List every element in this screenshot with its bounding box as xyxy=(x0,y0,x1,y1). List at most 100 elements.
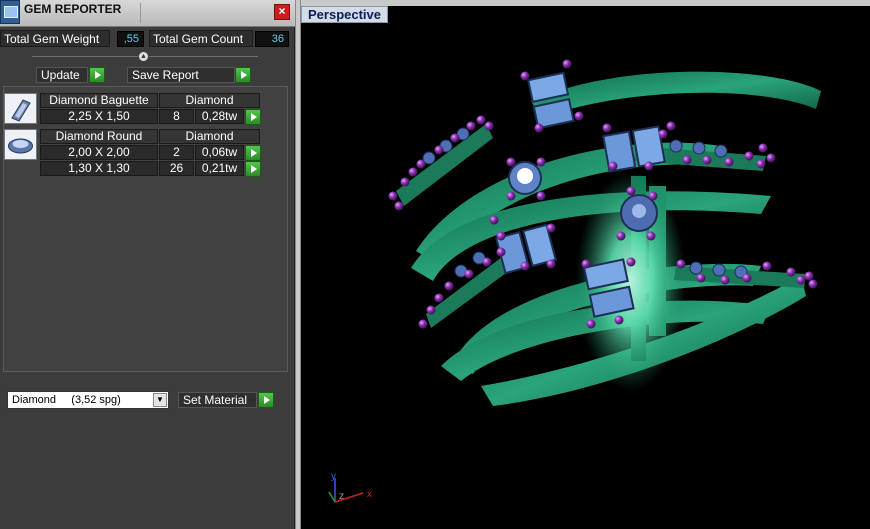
dropdown-arrow-icon[interactable]: ▼ xyxy=(153,393,167,407)
gem-count-cell: 2 xyxy=(159,145,194,160)
gem-shape-header: Diamond Round xyxy=(40,129,158,144)
baguette-gem-icon xyxy=(4,93,37,124)
total-gem-weight-value: ,55 xyxy=(117,31,144,47)
close-button[interactable]: × xyxy=(274,4,290,20)
axis-x-label: x xyxy=(367,489,372,500)
prong-bead xyxy=(586,319,596,329)
prong-bead xyxy=(658,129,668,139)
prong-bead xyxy=(766,153,776,163)
prong-bead xyxy=(464,269,474,279)
update-button[interactable]: Update xyxy=(36,67,88,83)
prong-bead xyxy=(581,259,591,269)
gem-size-cell: 2,00 X 2,00 xyxy=(40,145,158,160)
prong-bead xyxy=(496,247,506,257)
round-gem-icon xyxy=(4,129,37,160)
prong-bead xyxy=(786,267,796,277)
prong-bead xyxy=(616,231,626,241)
collapse-toggle-icon[interactable]: ▲ xyxy=(138,51,149,62)
set-material-play-icon[interactable] xyxy=(258,392,274,408)
prong-bead xyxy=(506,157,516,167)
prong-bead xyxy=(520,71,530,81)
set-material-button[interactable]: Set Material xyxy=(178,392,257,408)
gem-material-header: Diamond xyxy=(159,129,260,144)
prong-bead xyxy=(804,271,814,281)
prong-bead xyxy=(666,121,676,131)
ring-bands xyxy=(411,71,821,406)
gem-size-cell: 1,30 X 1,30 xyxy=(40,161,158,176)
prong-bead xyxy=(388,191,398,201)
select-gem-row-icon[interactable] xyxy=(245,145,261,161)
save-report-play-icon[interactable] xyxy=(235,67,251,83)
prong-bead xyxy=(724,157,734,167)
prong-bead xyxy=(720,275,730,285)
viewport-label[interactable]: Perspective xyxy=(301,6,388,23)
prong-bead xyxy=(408,167,418,177)
prong-bead xyxy=(602,123,612,133)
round-stone xyxy=(620,194,658,232)
prong-bead xyxy=(608,161,618,171)
save-report-button[interactable]: Save Report xyxy=(127,67,235,83)
gem-reporter-panel: GEM REPORTER × Total Gem Weight ,55 Tota… xyxy=(0,0,295,529)
prong-bead xyxy=(546,223,556,233)
prong-bead xyxy=(648,191,658,201)
prong-bead xyxy=(496,231,506,241)
prong-bead xyxy=(489,215,499,225)
app-icon xyxy=(0,0,20,24)
prong-bead xyxy=(394,201,404,211)
prong-bead xyxy=(444,281,454,291)
gem-size-cell: 2,25 X 1,50 xyxy=(40,109,158,124)
gem-shape-header: Diamond Baguette xyxy=(40,93,158,108)
prong-bead xyxy=(756,159,766,169)
total-gem-count-value: 36 xyxy=(255,31,289,47)
prong-bead xyxy=(484,121,494,131)
gem-material-header: Diamond xyxy=(159,93,260,108)
prong-bead xyxy=(744,151,754,161)
prong-bead xyxy=(696,273,706,283)
prong-bead xyxy=(506,191,516,201)
prong-bead xyxy=(536,191,546,201)
prong-bead xyxy=(676,259,686,269)
prong-bead xyxy=(434,145,444,155)
title-bar: GEM REPORTER × xyxy=(0,0,295,27)
prong-bead xyxy=(482,257,492,267)
material-select-value: Diamond (3,52 spg) xyxy=(12,394,121,406)
prong-bead xyxy=(758,143,768,153)
prong-bead xyxy=(682,155,692,165)
prong-bead xyxy=(450,133,460,143)
prong-bead xyxy=(536,157,546,167)
prong-bead xyxy=(426,305,436,315)
prong-bead xyxy=(546,259,556,269)
prong-bead xyxy=(808,279,818,289)
prong-bead xyxy=(796,275,806,285)
prong-bead xyxy=(520,261,530,271)
update-play-icon[interactable] xyxy=(89,67,105,83)
prong-bead xyxy=(476,115,486,125)
prong-bead xyxy=(646,231,656,241)
gem-weight-cell: 0,21tw xyxy=(195,161,244,176)
prong-bead xyxy=(416,159,426,169)
prong-bead xyxy=(574,111,584,121)
prong-bead xyxy=(762,261,772,271)
prong-bead xyxy=(614,315,624,325)
material-select[interactable]: Diamond (3,52 spg) ▼ xyxy=(7,391,169,409)
prong-bead xyxy=(534,123,544,133)
select-gem-row-icon[interactable] xyxy=(245,161,261,177)
gem-weight-cell: 0,06tw xyxy=(195,145,244,160)
round-stone xyxy=(508,161,542,195)
select-gem-row-icon[interactable] xyxy=(245,109,261,125)
prong-bead xyxy=(466,121,476,131)
window-title: GEM REPORTER xyxy=(24,2,122,16)
prong-bead xyxy=(644,161,654,171)
prong-bead xyxy=(626,186,636,196)
total-gem-weight-label: Total Gem Weight xyxy=(0,30,110,47)
ring-3d-render[interactable]: y z x xyxy=(301,6,870,529)
axis-y-label: y xyxy=(331,471,336,482)
prong-bead xyxy=(434,293,444,303)
axis-z-label: z xyxy=(339,491,344,502)
axis-gizmo: y z x xyxy=(328,471,372,503)
prong-bead xyxy=(400,177,410,187)
gem-count-cell: 26 xyxy=(159,161,194,176)
prong-bead xyxy=(626,257,636,267)
prong-bead xyxy=(702,155,712,165)
total-gem-count-label: Total Gem Count xyxy=(149,30,253,47)
